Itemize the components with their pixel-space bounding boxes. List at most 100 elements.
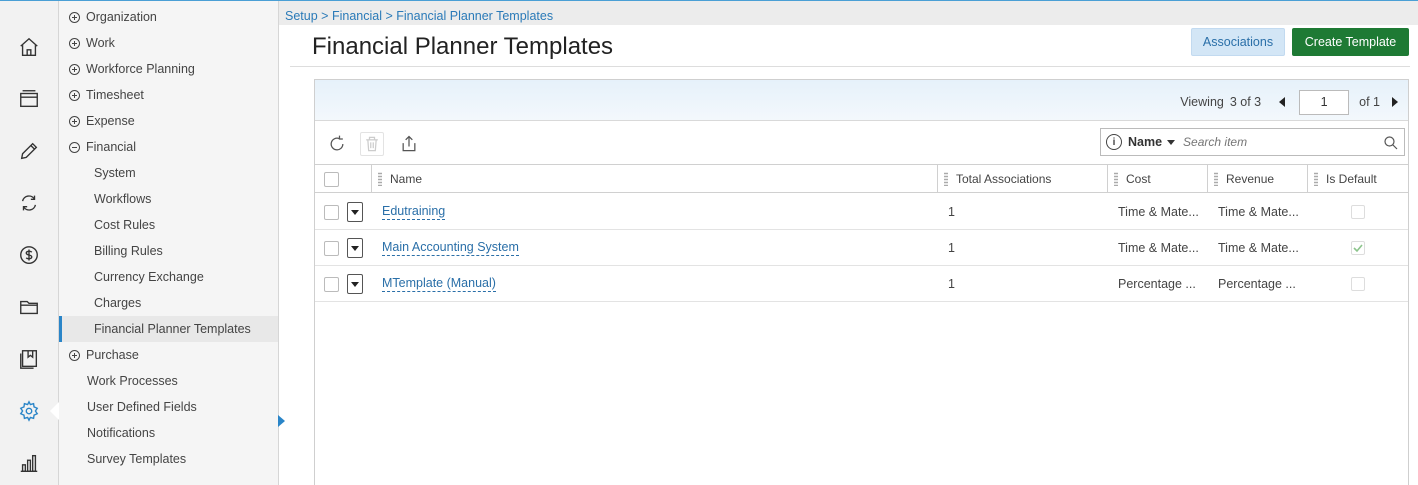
tree-item-survey-templates[interactable]: Survey Templates xyxy=(59,446,278,472)
template-name-link[interactable]: Main Accounting System xyxy=(382,240,519,256)
gear-icon[interactable] xyxy=(17,399,59,423)
prev-page-icon[interactable] xyxy=(1279,97,1286,107)
column-header-revenue[interactable]: Revenue xyxy=(1207,165,1307,193)
tree-item-label: User Defined Fields xyxy=(87,400,197,414)
bar-chart-icon[interactable] xyxy=(17,451,41,475)
tree-item-timesheet[interactable]: Timesheet xyxy=(59,82,278,108)
layers-icon[interactable] xyxy=(17,87,41,111)
row-actions-dropdown[interactable] xyxy=(347,238,363,258)
tree-item-organization[interactable]: Organization xyxy=(59,4,278,30)
cell-revenue: Time & Mate... xyxy=(1218,241,1299,255)
tree-item-expense[interactable]: Expense xyxy=(59,108,278,134)
search-field-selector[interactable]: Name xyxy=(1128,135,1162,149)
search-box[interactable]: i Name xyxy=(1100,128,1405,156)
breadcrumb: Setup > Financial > Financial Planner Te… xyxy=(285,9,554,23)
tree-item-label: Financial xyxy=(86,140,137,154)
tree-item-label: Billing Rules xyxy=(94,244,163,258)
expand-icon[interactable] xyxy=(69,37,80,49)
select-all-checkbox[interactable] xyxy=(324,171,339,187)
tree-item-workflows[interactable]: Workflows xyxy=(59,186,278,212)
viewing-count: 3 of 3 xyxy=(1229,95,1262,109)
column-header-cost[interactable]: Cost xyxy=(1107,165,1207,193)
tree-item-purchase[interactable]: Purchase xyxy=(59,342,278,368)
row-checkbox[interactable] xyxy=(324,240,339,256)
tree-item-charges[interactable]: Charges xyxy=(59,290,278,316)
tree-item-notifications[interactable]: Notifications xyxy=(59,420,278,446)
tree-item-currency-exchange[interactable]: Currency Exchange xyxy=(59,264,278,290)
search-input[interactable] xyxy=(1183,135,1384,149)
drag-handle-icon[interactable] xyxy=(378,172,382,186)
tree-item-billing-rules[interactable]: Billing Rules xyxy=(59,238,278,264)
home-icon[interactable] xyxy=(17,35,41,59)
row-checkbox[interactable] xyxy=(324,276,339,292)
page-number-input[interactable] xyxy=(1299,89,1350,115)
export-icon[interactable] xyxy=(397,132,421,156)
tree-item-financial-planner-templates[interactable]: Financial Planner Templates xyxy=(59,316,278,342)
create-template-button[interactable]: Create Template xyxy=(1292,28,1409,56)
search-icon[interactable] xyxy=(1382,134,1400,152)
row-actions-dropdown[interactable] xyxy=(347,274,363,294)
tree-item-user-defined-fields[interactable]: User Defined Fields xyxy=(59,394,278,420)
template-name-link[interactable]: MTemplate (Manual) xyxy=(382,276,496,292)
tree-item-workforce-planning[interactable]: Workforce Planning xyxy=(59,56,278,82)
check-icon xyxy=(1353,244,1363,253)
sync-icon[interactable] xyxy=(17,191,41,215)
dollar-icon[interactable] xyxy=(17,243,41,267)
cell-cost: Time & Mate... xyxy=(1118,241,1199,255)
page-total: of 1 xyxy=(1359,95,1380,109)
drag-handle-icon[interactable] xyxy=(1114,172,1118,186)
viewing-label: Viewing xyxy=(1180,95,1224,109)
drag-handle-icon[interactable] xyxy=(1314,172,1318,186)
column-header-name[interactable]: Name xyxy=(371,165,937,193)
bookmark-icon[interactable] xyxy=(17,347,41,371)
pencil-icon[interactable] xyxy=(17,139,41,163)
template-name-link[interactable]: Edutraining xyxy=(382,204,446,220)
breadcrumb-current[interactable]: Financial Planner Templates xyxy=(396,9,553,23)
collapse-icon[interactable] xyxy=(69,141,80,153)
chevron-down-icon[interactable] xyxy=(1167,139,1176,145)
row-actions-dropdown[interactable] xyxy=(347,202,363,222)
tree-item-label: Expense xyxy=(86,114,135,128)
table-row: MTemplate (Manual) 1 Percentage ... Percent… xyxy=(315,266,1408,302)
tree-item-label: Work xyxy=(86,36,115,50)
folder-icon[interactable] xyxy=(17,295,41,319)
expand-icon[interactable] xyxy=(69,115,80,127)
row-checkbox[interactable] xyxy=(324,204,339,220)
drag-handle-icon[interactable] xyxy=(944,172,948,186)
collapse-panel-icon[interactable] xyxy=(278,415,285,427)
tree-item-cost-rules[interactable]: Cost Rules xyxy=(59,212,278,238)
expand-icon[interactable] xyxy=(69,11,80,23)
tree-item-system[interactable]: System xyxy=(59,160,278,186)
tree-item-label: Currency Exchange xyxy=(94,270,204,284)
row-select-cell xyxy=(324,266,339,302)
tree-item-work-processes[interactable]: Work Processes xyxy=(59,368,278,394)
drag-handle-icon[interactable] xyxy=(1214,172,1218,186)
select-all-header xyxy=(324,165,339,193)
title-divider xyxy=(290,66,1410,67)
cell-revenue: Time & Mate... xyxy=(1218,205,1299,219)
associations-button[interactable]: Associations xyxy=(1191,28,1285,56)
breadcrumb-financial[interactable]: Financial xyxy=(332,9,382,23)
row-menu-cell xyxy=(347,266,363,302)
delete-icon[interactable] xyxy=(360,132,384,156)
page-title: Financial Planner Templates xyxy=(312,33,614,60)
tree-item-label: Financial Planner Templates xyxy=(94,322,251,336)
expand-icon[interactable] xyxy=(69,63,80,75)
table-row: Main Accounting System 1 Time & Mate... Tim… xyxy=(315,230,1408,266)
tree-item-label: Charges xyxy=(94,296,142,310)
info-icon[interactable]: i xyxy=(1106,134,1122,150)
grid-toolbar: i Name xyxy=(315,122,1408,164)
expand-icon[interactable] xyxy=(69,349,80,361)
expand-icon[interactable] xyxy=(69,89,80,101)
breadcrumb-setup[interactable]: Setup xyxy=(285,9,318,23)
tree-item-work[interactable]: Work xyxy=(59,30,278,56)
cell-total-associations: 1 xyxy=(948,205,955,219)
column-header-total-associations[interactable]: Total Associations xyxy=(937,165,1107,193)
next-page-icon[interactable] xyxy=(1392,97,1398,107)
is-default-checkbox xyxy=(1351,277,1365,291)
column-header-is-default[interactable]: Is Default xyxy=(1307,165,1408,193)
templates-grid: Viewing 3 of 3 of 1 i Name xyxy=(314,79,1409,485)
refresh-icon[interactable] xyxy=(325,132,349,156)
cell-name: MTemplate (Manual) xyxy=(382,266,496,302)
tree-item-financial[interactable]: Financial xyxy=(59,134,278,160)
